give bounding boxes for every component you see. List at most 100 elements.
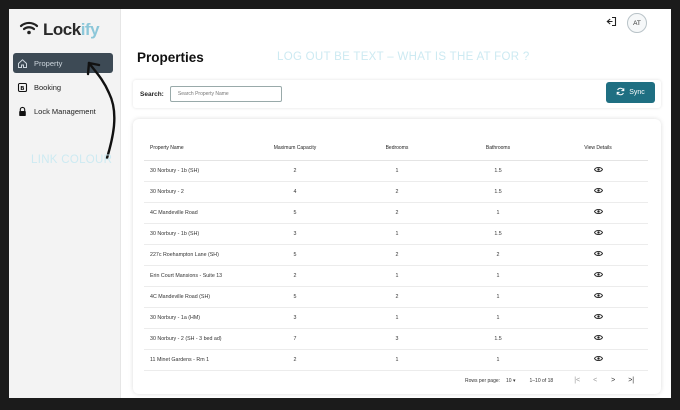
logo: Lockify: [19, 19, 100, 40]
cell-view-details: [548, 328, 648, 350]
sync-icon: [616, 87, 625, 98]
column-header-bathrooms: Bathrooms: [448, 137, 548, 161]
cell-bedrooms: 2: [346, 244, 448, 266]
logo-text: Lockify: [43, 19, 100, 40]
rows-per-page-select[interactable]: 10 ▾: [506, 378, 515, 384]
cell-view-details: [548, 307, 648, 329]
app-window: Lockify Property B Booking Lock Manageme…: [9, 9, 671, 398]
cell-view-details: [548, 244, 648, 266]
eye-icon[interactable]: [593, 229, 603, 238]
cell-max-capacity: 3: [244, 223, 346, 245]
cell-max-capacity: 2: [244, 265, 346, 287]
cell-bedrooms: 1: [346, 307, 448, 329]
table-header-row: Property Name Maximum Capacity Bedrooms …: [144, 137, 648, 161]
eye-icon[interactable]: [593, 208, 603, 217]
pagination-range: 1–10 of 18: [529, 377, 554, 384]
sidebar-item-label: Property: [34, 58, 63, 68]
eye-icon[interactable]: [593, 271, 603, 280]
cell-max-capacity: 2: [244, 160, 346, 182]
cell-view-details: [548, 265, 648, 287]
first-page-button[interactable]: |<: [571, 377, 583, 384]
chevron-down-icon: ▾: [512, 377, 516, 384]
svg-text:B: B: [20, 85, 24, 91]
search-label: Search:: [140, 90, 164, 98]
search-bar: Search:: [133, 80, 661, 108]
lock-icon: [17, 106, 28, 117]
last-page-button[interactable]: >|: [625, 377, 637, 384]
eye-icon[interactable]: [593, 250, 603, 259]
cell-property-name: 227c Roehampton Lane (SH): [144, 244, 244, 266]
home-icon: [17, 58, 28, 69]
cell-view-details: [548, 286, 648, 308]
logout-icon[interactable]: [606, 14, 617, 32]
eye-icon[interactable]: [593, 355, 603, 364]
eye-icon[interactable]: [593, 334, 603, 343]
table-row: 4C Mandeville Road 5 2 1: [144, 202, 648, 224]
eye-icon[interactable]: [593, 166, 603, 175]
table-row: 30 Norbury - 1b (SH) 3 1 1.5: [144, 223, 648, 245]
properties-table-card: Property Name Maximum Capacity Bedrooms …: [133, 119, 661, 394]
cell-view-details: [548, 349, 648, 371]
column-header-property-name: Property Name: [144, 137, 244, 161]
cell-property-name: 30 Norbury - 2: [144, 181, 244, 203]
table-row: 4C Mandeville Road (SH) 5 2 1: [144, 286, 648, 308]
cell-bathrooms: 2: [448, 244, 548, 266]
wifi-signal-icon: [19, 19, 39, 40]
cell-max-capacity: 7: [244, 328, 346, 350]
sidebar-item-label: Booking: [34, 82, 62, 92]
next-page-button[interactable]: >: [607, 377, 619, 384]
cell-max-capacity: 5: [244, 244, 346, 266]
table-row: 227c Roehampton Lane (SH) 5 2 2: [144, 244, 648, 266]
cell-bedrooms: 1: [346, 349, 448, 371]
cell-bedrooms: 1: [346, 223, 448, 245]
cell-view-details: [548, 223, 648, 245]
cell-bathrooms: 1: [448, 265, 548, 287]
rows-per-page-label: Rows per page:: [465, 377, 501, 384]
page-title: Properties: [137, 50, 204, 65]
cell-max-capacity: 3: [244, 307, 346, 329]
cell-view-details: [548, 202, 648, 224]
column-header-max-capacity: Maximum Capacity: [244, 137, 346, 161]
eye-icon[interactable]: [593, 292, 603, 301]
column-header-bedrooms: Bedrooms: [346, 137, 448, 161]
table-row: 30 Norbury - 2 4 2 1.5: [144, 181, 648, 203]
table-row: 30 Norbury - 1b (SH) 2 1 1.5: [144, 160, 648, 182]
eye-icon[interactable]: [593, 187, 603, 196]
search-input[interactable]: [169, 86, 282, 102]
arrow-annotation-icon: [86, 61, 116, 160]
sync-button[interactable]: Sync: [606, 82, 655, 103]
logo-text-accent: ify: [80, 19, 100, 39]
prev-page-button[interactable]: <: [589, 377, 601, 384]
annotation-top: LOG OUT BE TEXT – WHAT IS THE AT FOR ?: [277, 51, 530, 63]
cell-bedrooms: 3: [346, 328, 448, 350]
cell-bedrooms: 2: [346, 286, 448, 308]
cell-max-capacity: 2: [244, 349, 346, 371]
cell-bathrooms: 1.5: [448, 223, 548, 245]
properties-table: Property Name Maximum Capacity Bedrooms …: [144, 137, 648, 371]
cell-bathrooms: 1: [448, 202, 548, 224]
sync-button-label: Sync: [629, 89, 645, 96]
cell-max-capacity: 4: [244, 181, 346, 203]
cell-property-name: 11 Minet Gardens - Rm 1: [144, 349, 244, 371]
logo-text-main: Lock: [43, 19, 81, 39]
cell-view-details: [548, 160, 648, 182]
cell-max-capacity: 5: [244, 286, 346, 308]
table-body: 30 Norbury - 1b (SH) 2 1 1.5 30 Norbury - 24…: [144, 160, 648, 371]
cell-bathrooms: 1: [448, 286, 548, 308]
cell-bedrooms: 1: [346, 265, 448, 287]
annotation-left: LINK COLOUR: [31, 154, 113, 166]
eye-icon[interactable]: [593, 313, 603, 322]
cell-property-name: 4C Mandeville Road (SH): [144, 286, 244, 308]
cell-property-name: 30 Norbury - 1a (HM): [144, 307, 244, 329]
rows-per-page-value: 10: [506, 377, 512, 384]
cell-max-capacity: 5: [244, 202, 346, 224]
avatar[interactable]: AT: [627, 13, 647, 33]
cell-bathrooms: 1.5: [448, 160, 548, 182]
topbar: AT: [606, 13, 647, 33]
cell-bedrooms: 2: [346, 181, 448, 203]
cell-view-details: [548, 181, 648, 203]
column-header-view-details: View Details: [548, 137, 648, 161]
pagination: Rows per page: 10 ▾ 1–10 of 18 |< < > >|: [465, 377, 637, 384]
table-row: 30 Norbury - 2 (SH - 3 bed ad) 7 3 1.5: [144, 328, 648, 350]
cell-bedrooms: 1: [346, 160, 448, 182]
